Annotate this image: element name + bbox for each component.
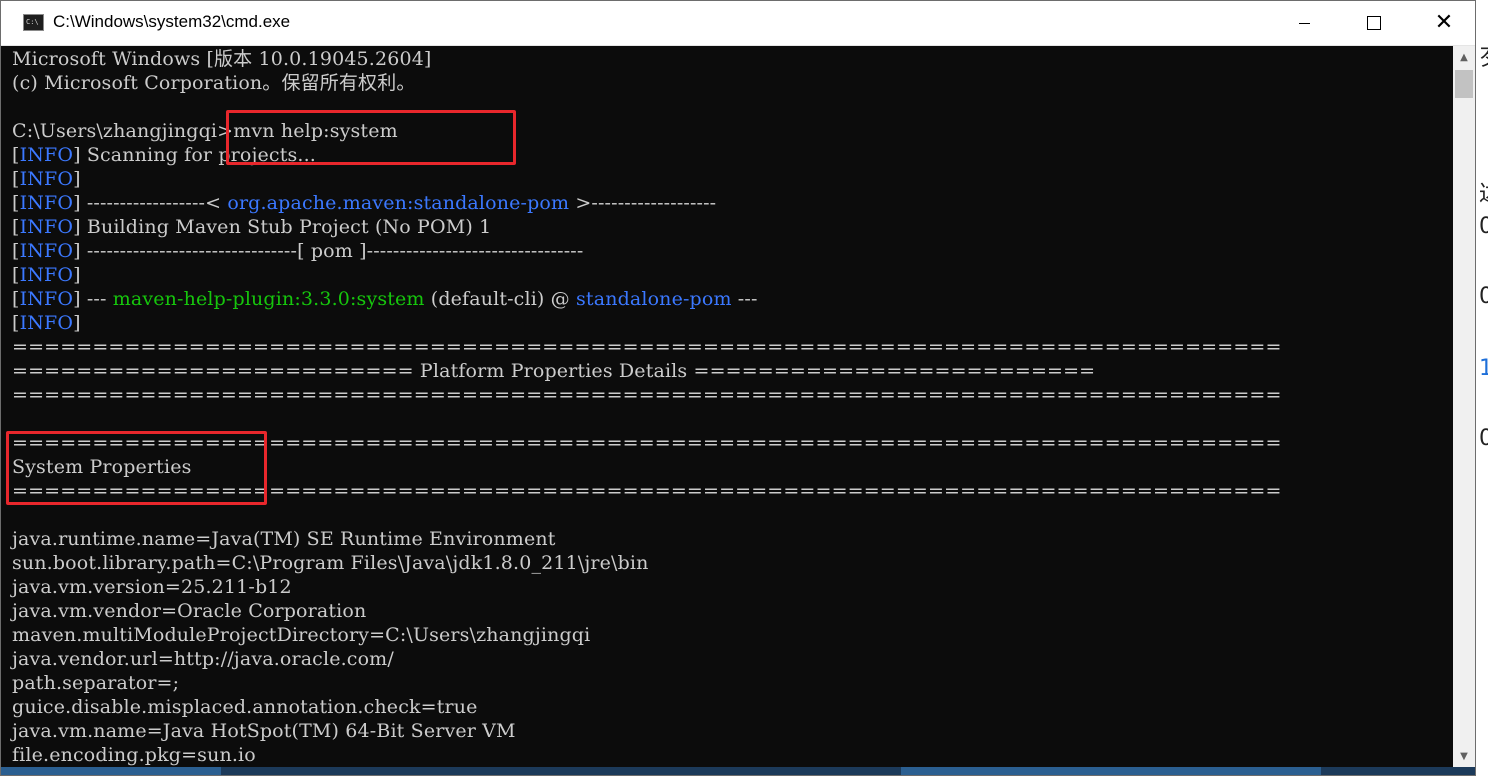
console-line: [INFO] — [12, 311, 81, 335]
console-text-blue: org.apache.maven:standalone-pom — [227, 192, 570, 214]
command-highlight-box — [226, 110, 516, 165]
console-output[interactable]: Microsoft Windows [版本 10.0.19045.2604] (c… — [1, 46, 1453, 767]
system-properties-highlight-box — [6, 431, 267, 505]
console-text: ] --------------------------------[ pom … — [73, 240, 584, 262]
console-text: --- — [731, 288, 758, 310]
vertical-scrollbar[interactable]: ▲ ▼ — [1453, 46, 1475, 767]
console-text: ] — [73, 168, 81, 190]
console-line: path.separator=; — [12, 671, 179, 695]
console-line: ========================================… — [12, 383, 1282, 407]
scroll-up-arrow-icon[interactable]: ▲ — [1453, 46, 1475, 68]
console-text: (c) Microsoft Corporation。保留所有权利。 — [12, 72, 416, 94]
console-line: file.encoding.pkg=sun.io — [12, 743, 256, 767]
console-text: path.separator=; — [12, 672, 180, 694]
console-text-blue: INFO — [19, 192, 74, 214]
console-line: java.runtime.name=Java(TM) SE Runtime En… — [12, 527, 556, 551]
console-text-blue: INFO — [19, 216, 74, 238]
console-line: ========================================… — [12, 335, 1282, 359]
console-text: [ — [12, 144, 20, 166]
console-line: Microsoft Windows [版本 10.0.19045.2604] — [12, 47, 432, 71]
console-text: [ — [12, 168, 20, 190]
console-text: ] — [73, 264, 81, 286]
console-line: java.vm.vendor=Oracle Corporation — [12, 599, 366, 623]
background-glyph: 1 — [1479, 356, 1488, 381]
console-text-blue: INFO — [19, 312, 74, 334]
background-glyph: 达 — [1479, 176, 1488, 208]
console-text: [ — [12, 264, 20, 286]
console-text: Microsoft Windows [版本 10.0.19045.2604] — [12, 48, 432, 70]
console-line: [INFO] Building Maven Stub Project (No P… — [12, 215, 491, 239]
console-text: ========================================… — [12, 384, 1282, 406]
console-text-blue: INFO — [19, 288, 74, 310]
minimize-icon — [1298, 22, 1310, 24]
title-bar[interactable]: C:\ C:\Windows\system32\cmd.exe ✕ — [1, 1, 1475, 46]
console-text: ] — [73, 312, 81, 334]
console-line: [INFO] --------------------------------[… — [12, 239, 583, 263]
console-text: ========================= Platform Prope… — [12, 360, 1096, 382]
console-text: java.vm.version=25.211-b12 — [12, 576, 292, 598]
console-line: java.vm.name=Java HotSpot(TM) 64-Bit Ser… — [12, 719, 516, 743]
console-line: java.vm.version=25.211-b12 — [12, 575, 292, 599]
console-text: [ — [12, 288, 20, 310]
console-text: java.vm.name=Java HotSpot(TM) 64-Bit Ser… — [12, 720, 516, 742]
console-line: guice.disable.misplaced.annotation.check… — [12, 695, 478, 719]
background-glyph: 0 — [1479, 284, 1488, 309]
console-line: [INFO] — [12, 263, 81, 287]
console-text: ] --- — [73, 288, 113, 310]
console-line: [INFO] — [12, 167, 81, 191]
console-text-blue: INFO — [19, 240, 74, 262]
console-text-blue: INFO — [19, 264, 74, 286]
console-text: [ — [12, 312, 20, 334]
console-line: java.vendor.url=http://java.oracle.com/ — [12, 647, 394, 671]
maximize-button[interactable] — [1339, 1, 1409, 45]
cmd-icon: C:\ — [23, 14, 44, 31]
maximize-icon — [1367, 16, 1381, 30]
console-text-green: maven-help-plugin:3.3.0:system — [112, 288, 425, 310]
console-text-blue: INFO — [19, 144, 74, 166]
console-text-blue: INFO — [19, 168, 74, 190]
console-text-blue: standalone-pom — [576, 288, 732, 310]
console-line: [INFO] ------------------< org.apache.ma… — [12, 191, 716, 215]
close-button[interactable]: ✕ — [1409, 1, 1475, 45]
background-glyph: 歹 — [1479, 40, 1488, 72]
console-text: >------------------- — [569, 192, 717, 214]
window-title: C:\Windows\system32\cmd.exe — [53, 12, 291, 31]
console-text: java.vendor.url=http://java.oracle.com/ — [12, 648, 394, 670]
cmd-window: C:\ C:\Windows\system32\cmd.exe ✕ Micros… — [0, 0, 1476, 776]
console-text: file.encoding.pkg=sun.io — [12, 744, 256, 766]
console-text: java.vm.vendor=Oracle Corporation — [12, 600, 367, 622]
scroll-down-arrow-icon[interactable]: ▼ — [1453, 745, 1475, 767]
console-text: [ — [12, 240, 20, 262]
console-line: [INFO] --- maven-help-plugin:3.3.0:syste… — [12, 287, 758, 311]
minimize-button[interactable] — [1269, 1, 1339, 45]
scroll-thumb[interactable] — [1455, 70, 1473, 98]
console-line: maven.multiModuleProjectDirectory=C:\Use… — [12, 623, 590, 647]
console-line: (c) Microsoft Corporation。保留所有权利。 — [12, 71, 416, 95]
console-text: [ — [12, 216, 20, 238]
console-line: sun.boot.library.path=C:\Program Files\J… — [12, 551, 649, 575]
taskbar-strip — [1, 767, 1475, 775]
console-text: ] ------------------< — [73, 192, 228, 214]
console-text: (default-cli) @ — [424, 288, 577, 310]
console-text: maven.multiModuleProjectDirectory=C:\Use… — [12, 624, 591, 646]
background-glyph: 0 — [1479, 214, 1488, 239]
console-text: java.runtime.name=Java(TM) SE Runtime En… — [12, 528, 556, 550]
background-glyph: 0 — [1479, 426, 1488, 451]
console-text: ] Building Maven Stub Project (No POM) 1 — [73, 216, 492, 238]
console-text: guice.disable.misplaced.annotation.check… — [12, 696, 478, 718]
close-icon: ✕ — [1434, 10, 1454, 35]
console-text: sun.boot.library.path=C:\Program Files\J… — [12, 552, 649, 574]
console-text: [ — [12, 192, 20, 214]
console-line: ========================= Platform Prope… — [12, 359, 1095, 383]
console-text: ========================================… — [12, 336, 1282, 358]
